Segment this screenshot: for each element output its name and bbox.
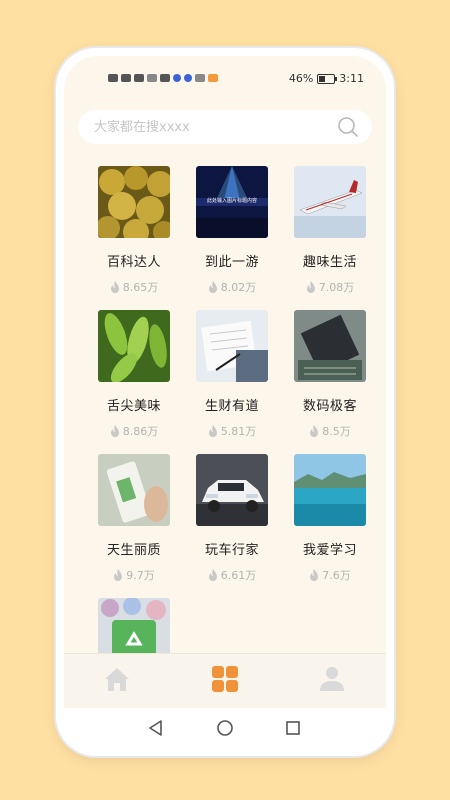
clock: 3:11	[339, 72, 364, 85]
card-heat: 8.02万	[183, 279, 281, 295]
category-card-digital[interactable]: 数码极客 8.5万	[281, 310, 379, 439]
message-icon	[184, 74, 192, 82]
card-image-seascape	[294, 454, 366, 526]
app-screen: 46% 3:11 大家都在搜xxxx 百科达人 8.65万 此处输入图片标题内容…	[64, 56, 386, 748]
card-heat: 7.08万	[281, 279, 379, 295]
flame-icon	[306, 281, 315, 293]
heat-value: 6.61万	[220, 569, 257, 582]
heat-value: 8.5万	[322, 425, 351, 438]
profile-icon[interactable]	[317, 664, 347, 694]
battery-icon	[317, 73, 338, 84]
card-heat: 7.6万	[281, 567, 379, 583]
card-image-airplane	[294, 166, 366, 238]
flame-icon	[208, 569, 217, 581]
nfc-icon	[108, 74, 118, 82]
card-title: 生财有道	[204, 399, 259, 414]
grid-icon[interactable]	[210, 664, 240, 694]
wifi-icon	[147, 74, 157, 82]
search-icon[interactable]	[336, 115, 360, 139]
card-image-chip	[294, 310, 366, 382]
heat-value: 7.08万	[318, 281, 355, 294]
flame-icon	[114, 569, 123, 581]
battery-percent: 46%	[288, 72, 314, 85]
category-card-study[interactable]: 我爱学习 7.6万	[281, 454, 379, 583]
category-card-life[interactable]: 趣味生活 7.08万	[281, 166, 379, 295]
card-heat: 8.65万	[85, 279, 183, 295]
flame-icon	[110, 281, 119, 293]
category-card-cars[interactable]: 玩车行家 6.61万	[183, 454, 281, 583]
category-card-food[interactable]: 舌尖美味 8.86万	[85, 310, 183, 439]
heat-value: 8.65万	[122, 281, 159, 294]
heat-value: 7.6万	[322, 569, 351, 582]
bottom-tab-bar	[64, 653, 386, 709]
home-circle-icon[interactable]	[215, 718, 235, 738]
category-card-baike[interactable]: 百科达人 8.65万	[85, 166, 183, 295]
card-image-aurora: 此处输入图片标题内容	[196, 166, 268, 238]
card-heat: 5.81万	[183, 423, 281, 439]
card-image-recycle	[98, 598, 170, 653]
status-right: 46% 3:11	[289, 72, 364, 85]
card-image-cosmetic	[98, 454, 170, 526]
recents-icon[interactable]	[283, 718, 303, 738]
back-icon[interactable]	[146, 718, 166, 738]
category-card-travel[interactable]: 此处输入图片标题内容 到此一游 8.02万	[183, 166, 281, 295]
notification-icon	[160, 74, 170, 82]
heat-value: 8.02万	[220, 281, 257, 294]
card-title: 天生丽质	[106, 543, 161, 558]
card-heat: 6.61万	[183, 567, 281, 583]
app-notification-icon	[173, 74, 181, 82]
card-heat: 8.5万	[281, 423, 379, 439]
system-nav-bar	[64, 708, 386, 748]
home-icon[interactable]	[102, 664, 132, 694]
card-image-durian	[98, 166, 170, 238]
card-image-suv	[196, 454, 268, 526]
status-icons	[108, 74, 218, 82]
card-heat: 9.7万	[85, 567, 183, 583]
flame-icon	[110, 425, 119, 437]
card-title: 百科达人	[106, 255, 161, 270]
heat-value: 5.81万	[220, 425, 257, 438]
category-card-beauty[interactable]: 天生丽质 9.7万	[85, 454, 183, 583]
heat-value: 8.86万	[122, 425, 159, 438]
heat-value: 9.7万	[126, 569, 155, 582]
status-bar: 46% 3:11	[64, 56, 386, 94]
flame-icon	[208, 425, 217, 437]
card-title: 我爱学习	[302, 543, 357, 558]
card-title: 舌尖美味	[106, 399, 161, 414]
flame-icon	[310, 425, 319, 437]
video-app-icon	[208, 74, 218, 82]
card-title: 数码极客	[302, 399, 357, 414]
category-grid: 百科达人 8.65万 此处输入图片标题内容 到此一游 8.02万 趣味生活 7.…	[64, 156, 386, 653]
card-image-business	[196, 310, 268, 382]
search-input[interactable]	[92, 118, 326, 136]
signal-icon	[121, 74, 131, 82]
category-card-recycle[interactable]	[85, 598, 183, 653]
image-caption: 此处输入图片标题内容	[206, 198, 257, 204]
flame-icon	[310, 569, 319, 581]
card-title: 趣味生活	[302, 255, 357, 270]
card-image-edamame	[98, 310, 170, 382]
search-bar[interactable]	[78, 110, 372, 144]
flame-icon	[208, 281, 217, 293]
category-card-finance[interactable]: 生财有道 5.81万	[183, 310, 281, 439]
card-heat: 8.86万	[85, 423, 183, 439]
phone-frame: 46% 3:11 大家都在搜xxxx 百科达人 8.65万 此处输入图片标题内容…	[56, 48, 394, 756]
signal-4g-icon	[134, 74, 144, 82]
card-title: 玩车行家	[204, 543, 259, 558]
card-title: 到此一游	[204, 255, 259, 270]
mail-icon	[195, 74, 205, 82]
